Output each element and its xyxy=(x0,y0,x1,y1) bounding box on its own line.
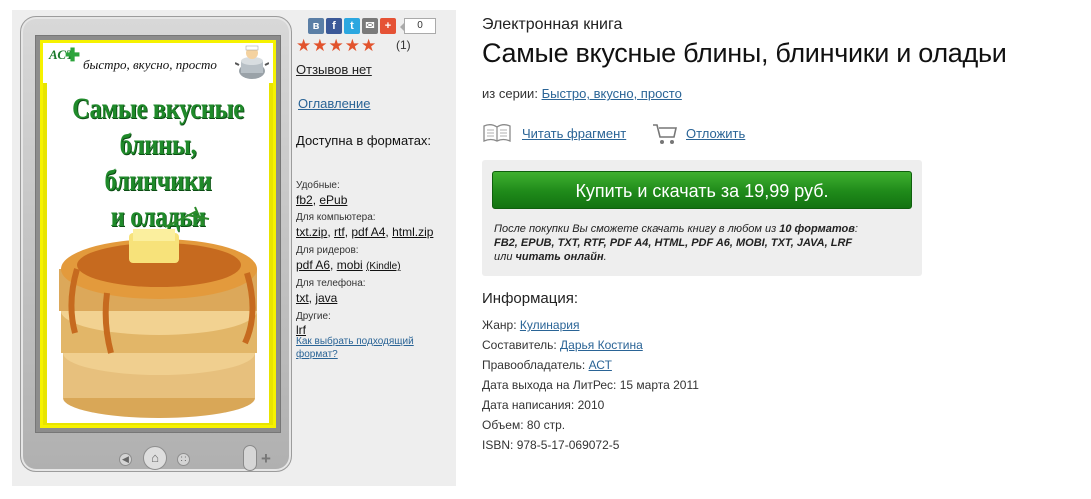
book-preview-panel: АСТ ✚ быстро, вкусно, просто Самые вкусны… xyxy=(12,10,456,486)
previous-icon[interactable]: ◀ xyxy=(119,453,132,466)
cover-title-line: блины, блинчики xyxy=(104,128,212,197)
format-links: txt.zip, rtf, pdf A4, html.zip xyxy=(296,225,434,239)
twitter-icon[interactable]: t xyxy=(344,18,360,34)
rating-stars[interactable]: ★★★★★ xyxy=(296,36,377,56)
info-volume: Объем: 80 стр. xyxy=(482,418,565,432)
buy-button[interactable]: Купить и скачать за 19,99 руб. xyxy=(492,171,912,209)
format-link-pdf-a4[interactable]: pdf A4 xyxy=(351,225,385,239)
vk-icon[interactable]: в xyxy=(308,18,324,34)
rating-count: (1) xyxy=(396,38,411,52)
info-label: Правообладатель: xyxy=(482,358,586,372)
cover-slogan: быстро, вкусно, просто xyxy=(83,57,217,72)
info-label: ISBN: xyxy=(482,438,514,452)
series-label: из серии: xyxy=(482,86,538,101)
ereader-controls: ◀ ⌂ ∷ + xyxy=(21,445,293,471)
formats-heading: Доступна в форматах: xyxy=(296,133,432,148)
ereader-screen: АСТ ✚ быстро, вкусно, просто Самые вкусны… xyxy=(35,35,281,433)
purchase-box: Купить и скачать за 19,99 руб. После пок… xyxy=(482,160,922,276)
note-text: : xyxy=(854,223,858,235)
format-group-label: Для телефона: xyxy=(296,278,366,289)
format-link-pdf-a6[interactable]: pdf A6 xyxy=(296,258,330,272)
info-heading: Информация: xyxy=(482,290,579,307)
format-group-label: Удобные: xyxy=(296,180,340,191)
info-label: Жанр: xyxy=(482,318,517,332)
mail-icon[interactable]: ✉ xyxy=(362,18,378,34)
info-label: Объем: xyxy=(482,418,524,432)
format-link-txt[interactable]: txt xyxy=(296,291,309,305)
info-label: Дата выхода на ЛитРес: xyxy=(482,378,617,392)
format-link-java[interactable]: java xyxy=(315,291,337,305)
series-link[interactable]: Быстро, вкусно, просто xyxy=(542,86,682,101)
format-group-label: Для ридеров: xyxy=(296,245,359,256)
format-link-txt-zip[interactable]: txt.zip xyxy=(296,225,327,239)
info-label: Дата написания: xyxy=(482,398,575,412)
ereader-frame: АСТ ✚ быстро, вкусно, просто Самые вкусны… xyxy=(20,16,292,472)
cover-header: АСТ ✚ быстро, вкусно, просто xyxy=(43,43,273,83)
purchase-note: После покупки Вы сможете скачать книгу в… xyxy=(494,222,914,264)
format-link-rtf[interactable]: rtf xyxy=(334,225,345,239)
note-text: После покупки Вы сможете скачать книгу в… xyxy=(494,223,780,235)
info-written: Дата написания: 2010 xyxy=(482,398,604,412)
home-icon[interactable]: ⌂ xyxy=(143,446,167,470)
compiler-link[interactable]: Дарья Костина xyxy=(560,338,643,352)
info-rights: Правообладатель: АСТ xyxy=(482,358,612,372)
book-cover[interactable]: АСТ ✚ быстро, вкусно, просто Самые вкусны… xyxy=(40,40,276,428)
format-link-html-zip[interactable]: html.zip xyxy=(392,225,433,239)
info-value: 978-5-17-069072-5 xyxy=(516,438,620,452)
series-line: из серии: Быстро, вкусно, просто xyxy=(482,86,682,101)
shopping-cart-icon[interactable] xyxy=(652,122,678,146)
format-group-label: Для компьютера: xyxy=(296,212,376,223)
format-group-label: Другие: xyxy=(296,311,331,322)
cover-art: Самые вкусные блины, блинчики и оладьи xyxy=(47,83,269,423)
format-links: txt, java xyxy=(296,291,338,305)
info-compiler: Составитель: Дарья Костина xyxy=(482,338,643,352)
info-value: 80 стр. xyxy=(526,418,566,432)
info-value: 15 марта 2011 xyxy=(619,378,699,392)
book-title: Самые вкусные блины, блинчики и оладьи xyxy=(482,38,1007,68)
info-value: 2010 xyxy=(577,398,605,412)
read-fragment-link[interactable]: Читать фрагмент xyxy=(522,126,626,141)
zoom-plus-icon[interactable]: + xyxy=(261,449,271,469)
info-label: Составитель: xyxy=(482,338,557,352)
publisher-logo: АСТ ✚ xyxy=(49,45,81,65)
format-link-epub[interactable]: ePub xyxy=(319,193,347,207)
rights-holder-link[interactable]: АСТ xyxy=(589,358,612,372)
save-for-later-link[interactable]: Отложить xyxy=(686,126,745,141)
share-count: 0 xyxy=(400,18,436,34)
pancake-stack-image xyxy=(59,206,257,418)
menu-dots-icon[interactable]: ∷ xyxy=(177,453,190,466)
format-kindle-note[interactable]: (Kindle) xyxy=(366,261,400,272)
plus-icon[interactable]: + xyxy=(380,18,396,34)
format-links: pdf A6, mobi (Kindle) xyxy=(296,258,401,272)
choose-format-link[interactable]: Как выбрать подходящий формат? xyxy=(296,335,446,361)
note-text: . xyxy=(603,251,607,263)
product-kind: Электронная книга xyxy=(482,16,623,33)
reviews-link[interactable]: Отзывов нет xyxy=(296,62,372,77)
table-of-contents-link[interactable]: Оглавление xyxy=(298,96,370,111)
format-links: fb2, ePub xyxy=(296,193,348,207)
zoom-slider[interactable] xyxy=(243,445,257,471)
open-book-icon[interactable] xyxy=(482,122,512,144)
info-release: Дата выхода на ЛитРес: 15 марта 2011 xyxy=(482,378,699,392)
note-format-list: FB2, EPUB, TXT, RTF, PDF A4, HTML, PDF A… xyxy=(494,237,853,249)
genre-link[interactable]: Кулинария xyxy=(520,318,580,332)
format-link-mobi[interactable]: mobi xyxy=(337,258,363,272)
format-link-fb2[interactable]: fb2 xyxy=(296,193,313,207)
cook-pot-icon xyxy=(235,45,269,79)
facebook-icon[interactable]: f xyxy=(326,18,342,34)
note-format-count: 10 форматов xyxy=(779,223,855,235)
info-isbn: ISBN: 978-5-17-069072-5 xyxy=(482,438,619,452)
note-read-online: читать онлайн xyxy=(515,251,604,263)
note-text: или xyxy=(494,251,516,263)
info-genre: Жанр: Кулинария xyxy=(482,318,579,332)
cover-title-line: Самые вкусные xyxy=(72,92,244,125)
